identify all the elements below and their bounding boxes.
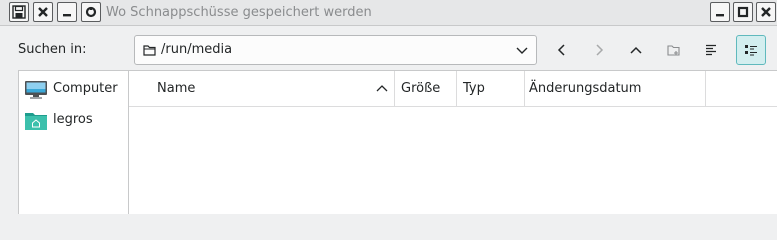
forward-button[interactable] bbox=[584, 35, 614, 65]
restore-button[interactable] bbox=[81, 2, 101, 22]
detail-view-button[interactable] bbox=[736, 35, 766, 65]
maximize-button[interactable] bbox=[733, 2, 753, 22]
detail-view-icon bbox=[745, 45, 757, 56]
column-modified[interactable]: Änderungsdatum bbox=[525, 71, 706, 106]
look-in-label: Suchen in: bbox=[18, 42, 87, 57]
path-value: /run/media bbox=[161, 42, 233, 57]
up-button[interactable] bbox=[621, 35, 651, 65]
minimize-icon bbox=[63, 14, 71, 17]
column-name[interactable]: Name bbox=[129, 71, 395, 106]
list-view-icon bbox=[706, 44, 716, 56]
close-icon bbox=[38, 7, 48, 17]
close-icon bbox=[761, 7, 771, 17]
folder-icon bbox=[143, 45, 156, 56]
minimize-icon bbox=[716, 14, 724, 17]
restore-icon bbox=[85, 6, 97, 18]
column-size[interactable]: Größe bbox=[395, 71, 457, 106]
sidebar-item-computer[interactable]: Computer bbox=[19, 76, 129, 104]
path-combobox[interactable]: /run/media bbox=[134, 35, 537, 65]
chevron-right-icon bbox=[596, 44, 604, 56]
places-sidebar: Computer legros bbox=[18, 70, 129, 214]
back-button[interactable] bbox=[547, 35, 577, 65]
title-bar: Wo Schnappschüsse gespeichert werden bbox=[0, 0, 777, 26]
home-folder-icon bbox=[25, 113, 47, 130]
minimize-button-right[interactable] bbox=[710, 2, 730, 22]
new-folder-icon bbox=[667, 44, 680, 56]
sidebar-item-label: legros bbox=[53, 112, 93, 127]
list-view-button[interactable] bbox=[697, 35, 727, 65]
chevron-up-icon bbox=[630, 46, 642, 54]
column-label: Größe bbox=[401, 81, 441, 96]
file-list-view[interactable]: Name Größe Typ Änderungsdatum bbox=[128, 70, 777, 214]
close-button[interactable] bbox=[33, 2, 53, 22]
window-title: Wo Schnappschüsse gespeichert werden bbox=[106, 5, 372, 20]
column-type[interactable]: Typ bbox=[457, 71, 525, 106]
minimize-button[interactable] bbox=[57, 2, 77, 22]
chevron-down-icon bbox=[516, 47, 528, 54]
new-folder-button[interactable] bbox=[659, 35, 689, 65]
column-header: Name Größe Typ Änderungsdatum bbox=[129, 71, 777, 107]
sidebar-item-label: Computer bbox=[53, 81, 118, 96]
column-label: Typ bbox=[463, 81, 485, 96]
sidebar-item-home[interactable]: legros bbox=[19, 107, 129, 135]
maximize-icon bbox=[737, 6, 749, 18]
column-label: Änderungsdatum bbox=[529, 81, 642, 96]
chevron-left-icon bbox=[557, 44, 565, 56]
sort-ascending-icon bbox=[376, 85, 388, 92]
close-button-right[interactable] bbox=[756, 2, 776, 22]
column-label: Name bbox=[157, 81, 196, 96]
save-icon[interactable] bbox=[9, 2, 29, 22]
computer-icon bbox=[25, 81, 47, 99]
